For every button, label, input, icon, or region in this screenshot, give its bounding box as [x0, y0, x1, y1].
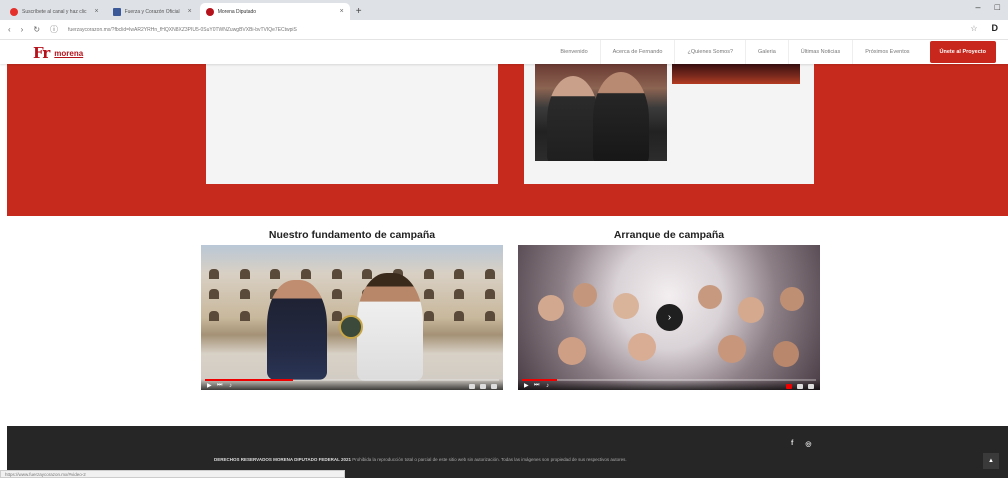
- fullscreen-icon[interactable]: [808, 384, 814, 389]
- main-menu: Bienvenido Acerca de Fernando ¿Quienes S…: [548, 40, 996, 64]
- settings-icon[interactable]: [469, 384, 475, 389]
- url-field[interactable]: fuerzaycorazon.mx/?fbclid=IwAR2YRHn_fHQX…: [68, 27, 828, 33]
- scroll-top-button[interactable]: ▲: [983, 453, 999, 469]
- video-title: Arranque de campaña: [613, 229, 725, 241]
- volume-icon[interactable]: ♪: [546, 383, 549, 389]
- tab-label: Fuerza y Corazón Oficial: [124, 8, 180, 15]
- close-tab-icon[interactable]: ×: [188, 8, 192, 15]
- nav-item-quienes-somos[interactable]: ¿Quienes Somos?: [674, 40, 745, 64]
- browser-status-bar: https://www.fuerzaycorazon.mx/#video-2: [0, 470, 345, 478]
- site-favicon-icon: [205, 7, 214, 16]
- logo-mark: Fr: [33, 44, 50, 62]
- close-tab-icon[interactable]: ×: [340, 8, 344, 15]
- player-controls-right: [469, 384, 497, 389]
- browser-tab[interactable]: Fuerza y Corazón Oficial ×: [107, 3, 198, 20]
- reload-icon[interactable]: ↻: [33, 25, 40, 34]
- hero-band: [7, 64, 1008, 216]
- facebook-icon[interactable]: f: [791, 440, 793, 448]
- close-tab-icon[interactable]: ×: [94, 8, 98, 15]
- gallery-photo[interactable]: [672, 64, 800, 84]
- gallery-photo[interactable]: [535, 64, 667, 161]
- window-controls: – □: [976, 2, 1000, 12]
- content-card: [206, 64, 498, 184]
- video-player[interactable]: ▶ ⏭ ♪: [201, 245, 503, 390]
- maximize-button[interactable]: □: [995, 2, 1000, 12]
- forward-arrow-icon[interactable]: ›: [21, 25, 24, 34]
- facebook-favicon-icon: [112, 7, 121, 16]
- browser-tab-bar: Suscríbete al canal y haz clic × Fuerza …: [0, 0, 1008, 20]
- next-video-icon[interactable]: ⏭: [217, 382, 222, 389]
- player-controls-right: [786, 384, 814, 389]
- next-video-icon[interactable]: ⏭: [534, 382, 539, 389]
- chevron-up-icon: ▲: [988, 458, 994, 464]
- fullscreen-icon[interactable]: [491, 384, 497, 389]
- logo-text: morena: [54, 48, 84, 58]
- minimize-button[interactable]: –: [976, 2, 981, 12]
- nav-item-bienvenido[interactable]: Bienvenido: [548, 40, 599, 64]
- nav-item-galeria[interactable]: Galeria: [745, 40, 788, 64]
- copyright-rest: Prohibida la reproducción total o parcia…: [351, 457, 627, 462]
- address-bar: ‹ › ↻ ⓘ fuerzaycorazon.mx/?fbclid=IwAR2Y…: [0, 20, 1008, 40]
- nav-item-eventos[interactable]: Próximos Eventos: [852, 40, 921, 64]
- instagram-icon[interactable]: ◎: [805, 440, 811, 448]
- join-project-button[interactable]: Únete al Proyecto: [929, 41, 996, 63]
- youtube-favicon-icon: [10, 7, 18, 16]
- nav-item-noticias[interactable]: Últimas Noticias: [787, 40, 852, 64]
- profile-avatar[interactable]: D: [992, 23, 999, 33]
- captions-icon[interactable]: [797, 384, 803, 389]
- footer-copyright: DERECHOS RESERVADOS MORENA DIPUTADO FEDE…: [214, 457, 814, 462]
- bookmark-star-icon[interactable]: ☆: [970, 24, 977, 33]
- site-navbar: Fr morena Bienvenido Acerca de Fernando …: [0, 40, 1008, 64]
- tab-label: Suscríbete al canal y haz clic: [22, 8, 87, 15]
- carousel-next-button[interactable]: ›: [656, 304, 683, 331]
- new-tab-button[interactable]: +: [356, 3, 362, 20]
- play-icon[interactable]: ▶: [207, 382, 212, 389]
- settings-icon[interactable]: [786, 384, 792, 389]
- chevron-right-icon: ›: [667, 312, 672, 323]
- captions-icon[interactable]: [480, 384, 486, 389]
- site-logo[interactable]: Fr morena: [33, 44, 83, 62]
- back-arrow-icon[interactable]: ‹: [8, 25, 11, 34]
- tab-label: Morena Diputado: [217, 8, 257, 15]
- nav-item-acerca[interactable]: Acerca de Fernando: [599, 40, 675, 64]
- browser-tab[interactable]: Suscríbete al canal y haz clic ×: [4, 3, 105, 20]
- info-icon[interactable]: ⓘ: [50, 24, 58, 35]
- social-links: f ◎: [791, 440, 811, 448]
- volume-icon[interactable]: ♪: [229, 383, 232, 389]
- copyright-bold: DERECHOS RESERVADOS MORENA DIPUTADO FEDE…: [214, 457, 352, 462]
- video-title: Nuestro fundamento de campaña: [268, 229, 436, 241]
- browser-tab-active[interactable]: Morena Diputado ×: [199, 3, 350, 20]
- play-icon[interactable]: ▶: [524, 382, 529, 389]
